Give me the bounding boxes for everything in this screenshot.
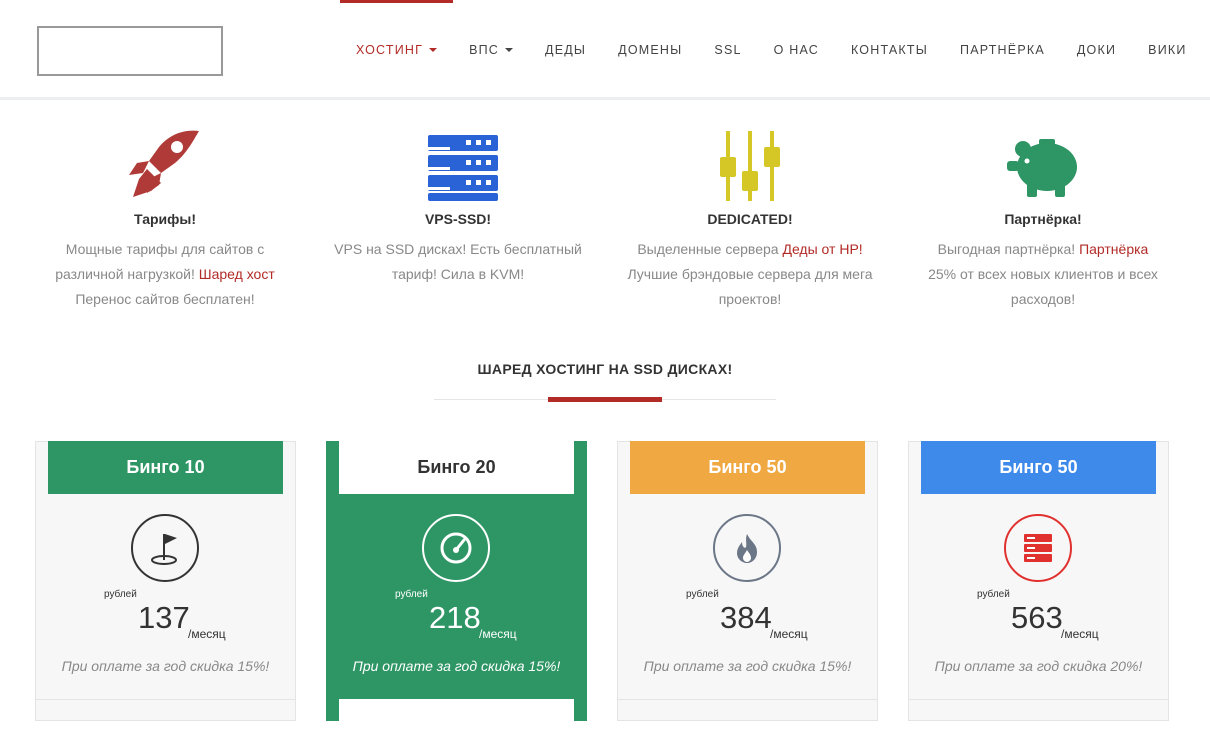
plan-name: Бинго 20: [339, 441, 574, 494]
features-section: Тарифы! Мощные тарифы для сайтов с разли…: [0, 125, 1210, 325]
site-header: ХОСТИНГ ВПС ДЕДЫ ДОМЕНЫ SSL О НАС КОНТАК…: [0, 0, 1210, 100]
nav-item-label: SSL: [714, 43, 742, 57]
database-icon: [1024, 534, 1052, 562]
plan-price: 563: [1011, 600, 1063, 635]
plan-period: /месяц: [188, 627, 226, 641]
main-nav: ХОСТИНГ ВПС ДЕДЫ ДОМЕНЫ SSL О НАС КОНТАК…: [340, 0, 1203, 100]
card-divider: [909, 699, 1168, 700]
plan-price: 137: [138, 600, 190, 635]
plan-name: Бинго 50: [921, 441, 1156, 494]
feature-link[interactable]: Деды от HP!: [782, 241, 862, 257]
card-divider: [618, 699, 877, 700]
plan-discount: При оплате за год скидка 15%!: [643, 658, 852, 674]
nav-item-contacts[interactable]: КОНТАКТЫ: [835, 0, 944, 100]
speedometer-icon: [440, 532, 472, 564]
nav-item-hosting[interactable]: ХОСТИНГ: [340, 0, 454, 100]
feature-text: Выгодная партнёрка!: [937, 241, 1076, 257]
feature-partners: Партнёрка! Выгодная партнёрка! Партнёрка…: [913, 125, 1173, 312]
feature-title: DEDICATED!: [707, 211, 793, 227]
feature-link[interactable]: Шаред хост: [199, 266, 275, 282]
caret-down-icon: [429, 48, 438, 52]
sliders-icon: [720, 131, 780, 201]
plan-currency: рублей: [395, 589, 428, 600]
plan-currency: рублей: [977, 589, 1010, 600]
section-title: ШАРЕД ХОСТИНГ НА SSD ДИСКАХ!: [477, 361, 733, 377]
nav-item-label: ДЕДЫ: [545, 43, 587, 57]
nav-item-label: О НАС: [773, 43, 819, 57]
nav-item-label: ХОСТИНГ: [356, 43, 424, 57]
nav-item-label: ПАРТНЁРКА: [960, 43, 1045, 57]
plan-price: 218: [429, 600, 481, 635]
plan-discount: При оплате за год скидка 15%!: [352, 658, 561, 674]
logo[interactable]: [37, 26, 223, 76]
piggy-bank-icon: [1007, 139, 1077, 197]
feature-text-2: Перенос сайтов бесплатен!: [75, 291, 255, 307]
feature-tariffs: Тарифы! Мощные тарифы для сайтов с разли…: [35, 125, 295, 312]
nav-item-wiki[interactable]: ВИКИ: [1132, 0, 1202, 100]
plan-discount: При оплате за год скидка 15%!: [61, 658, 270, 674]
plan-period: /месяц: [479, 627, 517, 641]
plan-name: Бинго 50: [630, 441, 865, 494]
nav-item-label: ВПС: [469, 43, 500, 57]
nav-item-ssl[interactable]: SSL: [698, 0, 757, 100]
feature-text-2: Лучшие брэндовые сервера для мега проект…: [627, 266, 873, 307]
plan-icon-circle: [422, 514, 490, 582]
plan-card-bingo-10: Бинго 10 рублей 137 /месяц При оплате за…: [35, 441, 296, 721]
plan-icon-circle: [131, 514, 199, 582]
plan-currency: рублей: [686, 589, 719, 600]
plan-period: /месяц: [770, 627, 808, 641]
plan-currency: рублей: [104, 589, 137, 600]
nav-item-dedicated[interactable]: ДЕДЫ: [529, 0, 602, 100]
nav-item-label: КОНТАКТЫ: [850, 43, 929, 57]
feature-description: Мощные тарифы для сайтов с различной наг…: [35, 237, 295, 312]
nav-item-about[interactable]: О НАС: [758, 0, 835, 100]
nav-item-docs[interactable]: ДОКИ: [1061, 0, 1132, 100]
plan-name: Бинго 10: [48, 441, 283, 494]
nav-item-partners[interactable]: ПАРТНЁРКА: [944, 0, 1061, 100]
feature-description: VPS на SSD дисках! Есть бесплатный тариф…: [328, 237, 588, 287]
feature-description: Выделенные сервера Деды от HP! Лучшие бр…: [620, 237, 880, 312]
feature-dedicated: DEDICATED! Выделенные сервера Деды от HP…: [620, 125, 880, 312]
nav-item-label: ВИКИ: [1148, 43, 1187, 57]
nav-item-domains[interactable]: ДОМЕНЫ: [602, 0, 698, 100]
feature-title: Партнёрка!: [1004, 211, 1082, 227]
server-icon: [428, 135, 498, 201]
card-footer: [339, 699, 574, 729]
feature-title: VPS-SSD!: [424, 211, 492, 227]
feature-title: Тарифы!: [133, 211, 196, 227]
caret-down-icon: [505, 48, 514, 52]
feature-text: VPS на SSD дисках! Есть бесплатный тариф…: [334, 241, 582, 282]
separator-accent: [548, 397, 662, 402]
plan-card-bingo-50-plus: Бинго 50 рублей 563 /месяц При оплате за…: [908, 441, 1169, 721]
plan-period: /месяц: [1061, 627, 1099, 641]
plan-discount: При оплате за год скидка 20%!: [934, 658, 1143, 674]
nav-item-label: ДОКИ: [1076, 43, 1117, 57]
plan-card-bingo-50: Бинго 50 рублей 384 /месяц При оплате за…: [617, 441, 878, 721]
plan-icon-circle: [713, 514, 781, 582]
plan-price: 384: [720, 600, 772, 635]
feature-description: Выгодная партнёрка! Партнёрка 25% от все…: [913, 237, 1173, 312]
nav-item-vps[interactable]: ВПС: [453, 0, 529, 100]
nav-item-label: ДОМЕНЫ: [618, 43, 683, 57]
card-divider: [36, 699, 295, 700]
feature-text-2: 25% от всех новых клиентов и всех расход…: [928, 266, 1158, 307]
feature-link[interactable]: Партнёрка: [1079, 241, 1148, 257]
plan-card-bingo-20: Бинго 20 рублей 218 /месяц При оплате за…: [326, 441, 587, 729]
rocket-icon: [129, 130, 199, 197]
plan-icon-circle: [1004, 514, 1072, 582]
feature-vps: VPS-SSD! VPS на SSD дисках! Есть бесплат…: [328, 125, 588, 287]
feature-text: Выделенные сервера: [637, 241, 779, 257]
fire-icon: [737, 534, 757, 563]
flag-icon: [151, 534, 177, 565]
